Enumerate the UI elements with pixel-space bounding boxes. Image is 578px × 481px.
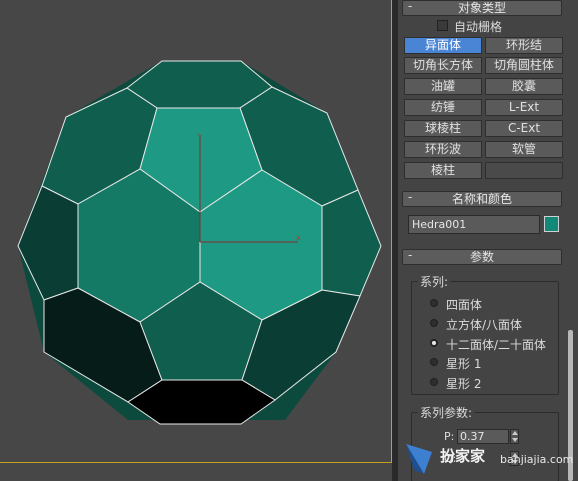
watermark: 扮家家 banjiajia.com <box>400 436 578 481</box>
hedra-object[interactable]: ˅ x <box>0 0 392 481</box>
btn-hedra[interactable]: 异面体 <box>404 37 482 54</box>
btn-l-ext[interactable]: L-Ext <box>485 99 563 116</box>
viewport-border-bottom <box>0 462 392 463</box>
btn-torus-knot[interactable]: 环形结 <box>485 37 563 54</box>
btn-chamfer-cyl[interactable]: 切角圆柱体 <box>485 57 563 74</box>
btn-empty-slot <box>485 162 563 179</box>
btn-chamfer-box[interactable]: 切角长方体 <box>404 57 482 74</box>
family-params-label: 系列参数: <box>418 404 475 421</box>
radio-star2[interactable] <box>430 378 438 386</box>
radio-cube-octa-label: 立方体/八面体 <box>446 318 523 332</box>
perspective-viewport[interactable]: ˅ x <box>0 0 392 481</box>
radio-cube-octa[interactable] <box>430 319 438 327</box>
gizmo-x-label: x <box>296 233 301 242</box>
btn-oil-tank[interactable]: 油罐 <box>404 78 482 95</box>
command-panel: - 对象类型 自动栅格 异面体 环形结 切角长方体 切角圆柱体 油罐 胶囊 纺锤… <box>398 0 578 481</box>
watermark-logo-icon <box>406 444 432 474</box>
btn-spindle[interactable]: 纺锤 <box>404 99 482 116</box>
gizmo-y-mark: ˅ <box>196 133 200 142</box>
radio-dodec-icos-label: 十二面体/二十面体 <box>446 338 547 352</box>
radio-star1[interactable] <box>430 358 438 366</box>
watermark-url: banjiajia.com <box>500 453 574 466</box>
face-far-left <box>17 185 79 301</box>
btn-prism[interactable]: 棱柱 <box>404 162 482 179</box>
auto-grid-label: 自动栅格 <box>454 20 503 34</box>
btn-c-ext[interactable]: C-Ext <box>485 120 563 137</box>
auto-grid-checkbox[interactable] <box>437 20 448 31</box>
btn-hose[interactable]: 软管 <box>485 141 563 158</box>
rollout-object-type-header[interactable]: - 对象类型 <box>402 0 562 16</box>
object-name-field[interactable]: Hedra001 <box>408 215 540 234</box>
radio-tetra[interactable] <box>430 299 438 307</box>
rollout-title: 对象类型 <box>457 1 506 15</box>
rollout-name-color-header[interactable]: - 名称和颜色 <box>402 190 562 207</box>
rollout-title: 名称和颜色 <box>451 192 512 206</box>
btn-capsule[interactable]: 胶囊 <box>485 78 563 95</box>
watermark-brand: 扮家家 <box>440 447 486 465</box>
radio-star2-label: 星形 2 <box>446 377 482 391</box>
face-far-right <box>321 189 382 297</box>
rollout-title: 参数 <box>469 250 494 264</box>
btn-gengon[interactable]: 球棱柱 <box>404 120 482 137</box>
radio-star1-label: 星形 1 <box>446 357 482 371</box>
family-group-label: 系列: <box>418 273 451 290</box>
rollout-parameters-header[interactable]: - 参数 <box>402 248 562 265</box>
btn-ring-wave[interactable]: 环形波 <box>404 141 482 158</box>
radio-tetra-label: 四面体 <box>446 298 483 312</box>
object-color-swatch[interactable] <box>544 216 559 232</box>
radio-dodec-icos[interactable] <box>430 339 438 347</box>
